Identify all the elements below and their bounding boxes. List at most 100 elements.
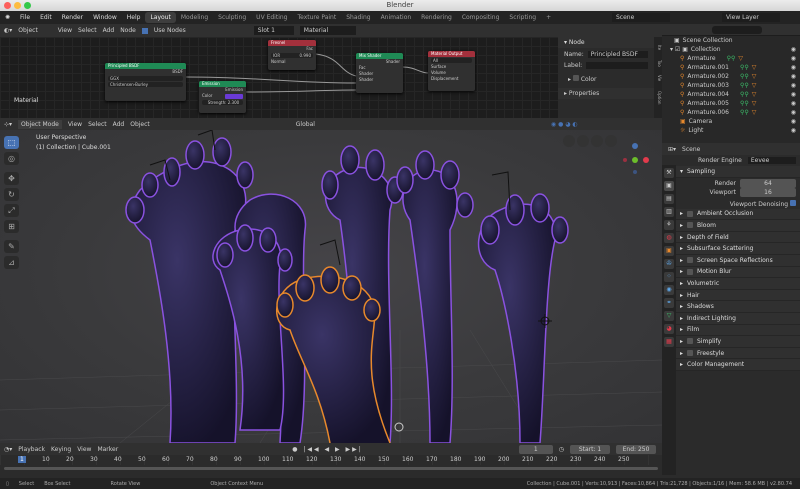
pose-icon[interactable]: ⚲⚲: [727, 55, 736, 62]
tab-rendering[interactable]: Rendering: [416, 12, 457, 23]
menu-window[interactable]: Window: [88, 14, 122, 21]
eye-icon[interactable]: ◉: [791, 100, 796, 107]
panel-header[interactable]: ▸ Bloom: [676, 220, 800, 232]
menu-view[interactable]: View: [77, 446, 91, 453]
outliner-item[interactable]: ⚲ Armature.004 ⚲⚲ ▽ ◉: [662, 90, 800, 99]
frame-ruler[interactable]: 1 10 20 30 40 50 60 70 80 90 100 110 120 130 140 150 160…: [0, 455, 662, 465]
menu-add[interactable]: Add: [103, 27, 115, 34]
minimize-button[interactable]: [14, 2, 21, 9]
editor-type-icon[interactable]: ◐▾: [4, 27, 12, 34]
outliner-item[interactable]: ⚲ Armature.001 ⚲⚲ ▽ ◉: [662, 63, 800, 72]
menu-node[interactable]: Node: [120, 27, 136, 34]
eye-icon[interactable]: ◉: [791, 73, 796, 80]
collection-row[interactable]: ▾ ☑ ▣ Collection ◉: [662, 45, 800, 54]
add-workspace-button[interactable]: +: [541, 12, 556, 23]
viewport-samples-field[interactable]: 16: [740, 188, 796, 198]
view-layer-tab-icon[interactable]: ▥: [664, 207, 674, 217]
eye-icon[interactable]: ◉: [791, 55, 796, 62]
target-dropdown[interactable]: All: [431, 58, 472, 63]
sss-method-dropdown[interactable]: Christensen-Burley: [108, 82, 183, 87]
material-selector[interactable]: Material: [299, 26, 356, 35]
select-box-tool[interactable]: ⬚: [4, 136, 19, 149]
tab-scripting[interactable]: Scripting: [504, 12, 541, 23]
mesh-data-icon[interactable]: ▽: [752, 73, 757, 80]
menu-file[interactable]: File: [15, 14, 35, 21]
panel-header[interactable]: ▸ Freestyle: [676, 347, 800, 360]
scale-tool[interactable]: ⤢: [4, 204, 19, 217]
sampling-panel-header[interactable]: ▾ Sampling: [676, 166, 800, 178]
panel-header[interactable]: ▸ Subsurface Scattering: [676, 243, 800, 255]
panel-header[interactable]: ▸ Volumetric: [676, 278, 800, 290]
tab-texture-paint[interactable]: Texture Paint: [292, 12, 341, 23]
playback-controls[interactable]: ● |◀◀ ◀ ▶ ▶▶|: [292, 446, 363, 453]
panel-header[interactable]: ▸ Color Management: [676, 359, 800, 371]
outliner-item[interactable]: ⚲ Armature.005 ⚲⚲ ▽ ◉: [662, 99, 800, 108]
pose-icon[interactable]: ⚲⚲: [740, 109, 749, 116]
slot-dropdown[interactable]: Slot 1: [253, 26, 294, 35]
panel-header[interactable]: ▸ Screen Space Reflections: [676, 254, 800, 267]
panel-header[interactable]: ▸ Indirect Lighting: [676, 312, 800, 325]
node-principled-bsdf[interactable]: Principled BSDF BSDF GGX Christensen-Bur…: [105, 63, 186, 101]
modifier-tab-icon[interactable]: ✇: [664, 259, 674, 269]
tab-modeling[interactable]: Modeling: [176, 12, 213, 23]
ortho-toggle-button[interactable]: [605, 135, 617, 147]
eye-icon[interactable]: ◉: [791, 127, 796, 134]
color-checkbox[interactable]: [572, 75, 579, 81]
outliner-item[interactable]: ⚲ Armature.002 ⚲⚲ ▽ ◉: [662, 72, 800, 81]
end-frame-field[interactable]: End: 250: [616, 444, 657, 454]
panel-checkbox[interactable]: [687, 338, 694, 345]
menu-select[interactable]: Select: [88, 121, 107, 128]
pose-icon[interactable]: ⚲⚲: [740, 82, 749, 89]
panel-header[interactable]: ▸ Shadows: [676, 301, 800, 313]
material-tab-icon[interactable]: ◕: [664, 324, 674, 334]
color-toggle[interactable]: ▸ Color: [558, 70, 654, 88]
eye-icon[interactable]: ◉: [791, 118, 796, 125]
panel-header[interactable]: ▸ Hair: [676, 289, 800, 302]
current-frame-field[interactable]: 1: [518, 444, 553, 454]
scene-collection-row[interactable]: ▣ Scene Collection: [662, 36, 800, 45]
panel-checkbox[interactable]: [687, 222, 694, 229]
outliner-item[interactable]: ⚲ Armature.006 ⚲⚲ ▽ ◉: [662, 108, 800, 117]
mesh-data-icon[interactable]: ▽: [752, 100, 757, 107]
panel-checkbox[interactable]: [687, 210, 694, 217]
menu-render[interactable]: Render: [57, 14, 88, 21]
panel-header[interactable]: ▸ Film: [676, 324, 800, 337]
menu-object[interactable]: Object: [130, 121, 150, 128]
pan-gizmo-button[interactable]: [577, 135, 589, 147]
strength-field[interactable]: Strength: 2.300: [202, 100, 243, 105]
clock-icon[interactable]: ◷: [559, 446, 564, 453]
axis-gizmo[interactable]: [620, 140, 650, 180]
outliner-search[interactable]: [712, 26, 762, 34]
node-panel-header[interactable]: ▾ Node: [558, 37, 654, 48]
mesh-data-icon[interactable]: ▽: [752, 64, 757, 71]
menu-add[interactable]: Add: [113, 121, 125, 128]
panel-header[interactable]: ▸ Ambient Occlusion: [676, 208, 800, 221]
editor-type-icon[interactable]: ⊞▾: [668, 146, 676, 153]
properties-panel-header[interactable]: ▸ Properties: [558, 88, 654, 99]
eye-icon[interactable]: ◉: [791, 109, 796, 116]
view-layer-selector[interactable]: View Layer: [722, 13, 780, 22]
menu-view[interactable]: View: [58, 27, 72, 34]
eye-icon[interactable]: ◉: [791, 91, 796, 98]
mesh-data-icon[interactable]: ▽: [752, 82, 757, 89]
data-tab-icon[interactable]: ▽: [664, 311, 674, 321]
editor-type-icon[interactable]: ⊹▾: [4, 121, 12, 128]
tab-layout[interactable]: Layout: [145, 12, 176, 23]
menu-playback[interactable]: Playback: [18, 446, 45, 453]
panel-header[interactable]: ▸ Simplify: [676, 336, 800, 348]
particles-tab-icon[interactable]: ⁘: [664, 272, 674, 282]
blender-logo-icon[interactable]: ✺: [0, 14, 15, 21]
3d-viewport[interactable]: User Perspective (1) Collection | Cube.0…: [0, 130, 662, 443]
tab-shading[interactable]: Shading: [341, 12, 375, 23]
output-tab-icon[interactable]: ▤: [664, 194, 674, 204]
tab-animation[interactable]: Animation: [376, 12, 417, 23]
pose-icon[interactable]: ⚲⚲: [740, 64, 749, 71]
navigation-gizmo-buttons[interactable]: [563, 135, 617, 147]
eye-icon[interactable]: ◉: [791, 64, 796, 71]
eye-icon[interactable]: ◉: [791, 82, 796, 89]
object-mode-dropdown[interactable]: Object Mode: [18, 119, 62, 129]
mesh-data-icon[interactable]: ▽: [752, 109, 757, 116]
texture-tab-icon[interactable]: ▦: [664, 337, 674, 347]
panel-checkbox[interactable]: [687, 350, 694, 357]
viewport-denoising-checkbox[interactable]: Viewport Denoising: [676, 198, 800, 209]
